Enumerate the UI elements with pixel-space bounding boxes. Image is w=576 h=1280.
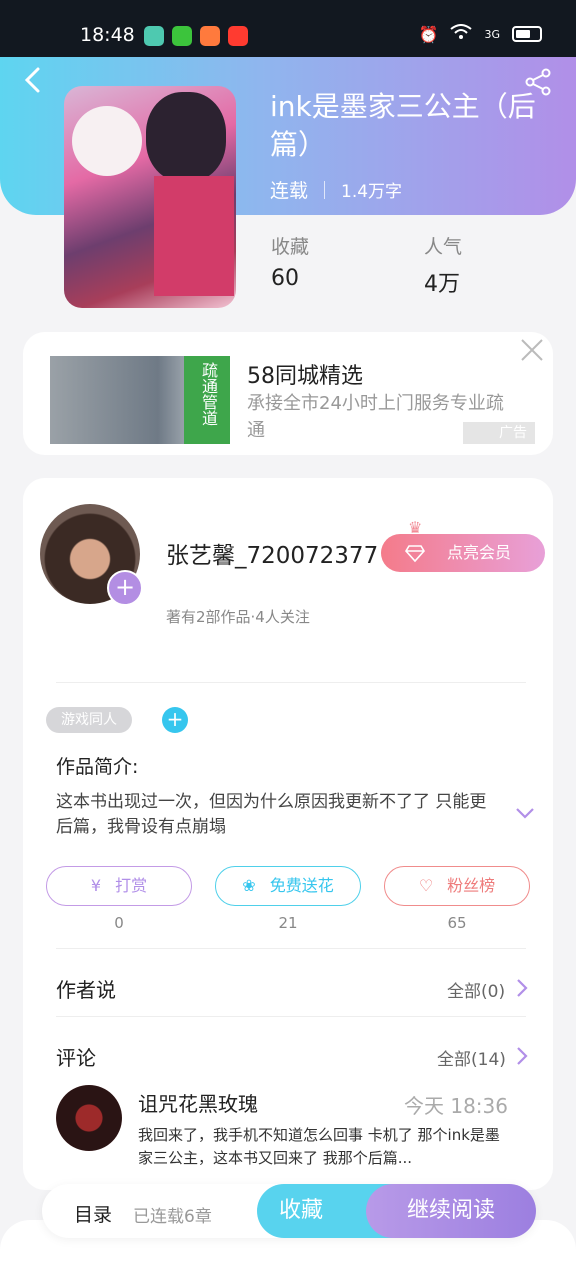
comments-chevron[interactable]	[514, 1045, 530, 1067]
stat-collect-label: 收藏	[271, 236, 310, 258]
book-status: 连载	[270, 180, 309, 202]
author-name[interactable]: 张艺馨_720072377	[166, 536, 378, 570]
fan-count: 65	[447, 914, 467, 932]
chevron-right-icon	[517, 1047, 528, 1065]
author-says-chevron[interactable]	[514, 977, 530, 999]
stat-popularity-label: 人气	[424, 236, 463, 258]
fan-ranking-label: 粉丝榜	[447, 876, 496, 895]
genre-tag[interactable]: 游戏同人	[46, 707, 132, 733]
vip-button-label: 点亮会员	[447, 543, 512, 562]
status-right: ⏰ 3G	[419, 24, 542, 44]
chevron-down-icon	[516, 808, 534, 819]
app-notification-icon	[228, 26, 248, 46]
chevron-left-icon	[24, 67, 40, 93]
flower-count: 21	[278, 914, 298, 932]
reward-label: 打赏	[115, 876, 148, 895]
continue-reading-button[interactable]: 继续阅读	[366, 1184, 536, 1238]
author-says-all-link[interactable]: 全部(0)	[447, 977, 505, 1002]
comments-all-link[interactable]: 全部(14)	[437, 1045, 506, 1070]
comment-user-avatar[interactable]	[56, 1085, 122, 1151]
user-heart-icon: ♡	[418, 876, 434, 895]
divider	[56, 948, 526, 949]
comment-time: 今天 18:36	[404, 1094, 508, 1118]
chevron-right-icon	[517, 979, 528, 997]
comments-label: 评论	[56, 1046, 96, 1070]
divider	[324, 180, 326, 199]
ad-tag: 广告	[463, 422, 535, 444]
ad-image-text: 疏通管道	[184, 356, 230, 444]
vip-button[interactable]: 点亮会员	[381, 534, 545, 572]
comment-user-name[interactable]: 诅咒花黑玫瑰	[138, 1088, 258, 1117]
ad-title: 58同城精选	[247, 364, 363, 389]
comment-text[interactable]: 我回来了，我手机不知道怎么回事 卡机了 那个ink是墨家三公主，这本书又回来了 …	[138, 1124, 510, 1170]
book-word-count: 1.4万字	[341, 182, 403, 202]
battery-icon	[512, 26, 542, 42]
chapter-count: 已连载6章	[133, 1207, 212, 1227]
yen-icon: ¥	[90, 876, 102, 895]
flower-icon: ❀	[242, 876, 256, 895]
divider	[56, 682, 526, 683]
app-notification-icon	[200, 26, 220, 46]
reward-count: 0	[114, 914, 124, 932]
diamond-icon	[405, 545, 425, 563]
ad-close-button[interactable]	[517, 338, 547, 368]
expand-intro-button[interactable]	[514, 802, 536, 824]
intro-text: 这本书出现过一次，但因为什么原因我更新不了了 只能更后篇，我骨设有点崩塌	[56, 792, 487, 837]
stat-popularity-value: 4万	[424, 272, 460, 297]
status-time: 18:48	[80, 24, 135, 46]
alarm-icon: ⏰	[418, 24, 439, 44]
book-title: ink是墨家三公主（后篇）	[270, 90, 536, 161]
book-cover[interactable]	[64, 86, 236, 308]
status-bar: 18:48 ⏰ 3G	[0, 0, 576, 64]
ad-card[interactable]: 疏通管道 58同城精选 承接全市24小时上门服务专业疏通 广告	[23, 332, 553, 455]
ad-image: 疏通管道	[50, 356, 230, 444]
divider	[56, 1016, 526, 1017]
author-says-label: 作者说	[56, 978, 116, 1002]
book-status-line: 连载 1.4万字	[270, 176, 402, 203]
wifi-icon	[450, 24, 473, 44]
stat-collect-value: 60	[271, 266, 299, 291]
send-flower-label: 免费送花	[269, 876, 334, 895]
intro-label: 作品简介:	[56, 756, 139, 778]
app-notification-icon	[172, 26, 192, 46]
toc-button[interactable]: 目录	[74, 1200, 112, 1227]
follow-author-button[interactable]: +	[107, 570, 143, 606]
app-notification-icon	[144, 26, 164, 46]
send-flower-button[interactable]: ❀ 免费送花	[215, 866, 361, 906]
reward-button[interactable]: ¥ 打赏	[46, 866, 192, 906]
fan-ranking-button[interactable]: ♡ 粉丝榜	[384, 866, 530, 906]
author-meta: 著有2部作品·4人关注	[166, 608, 310, 626]
close-icon	[521, 339, 543, 361]
add-tag-button[interactable]: +	[162, 707, 188, 733]
status-app-icons	[144, 26, 248, 46]
back-button[interactable]	[22, 66, 46, 96]
signal-icon: 3G	[484, 27, 500, 41]
